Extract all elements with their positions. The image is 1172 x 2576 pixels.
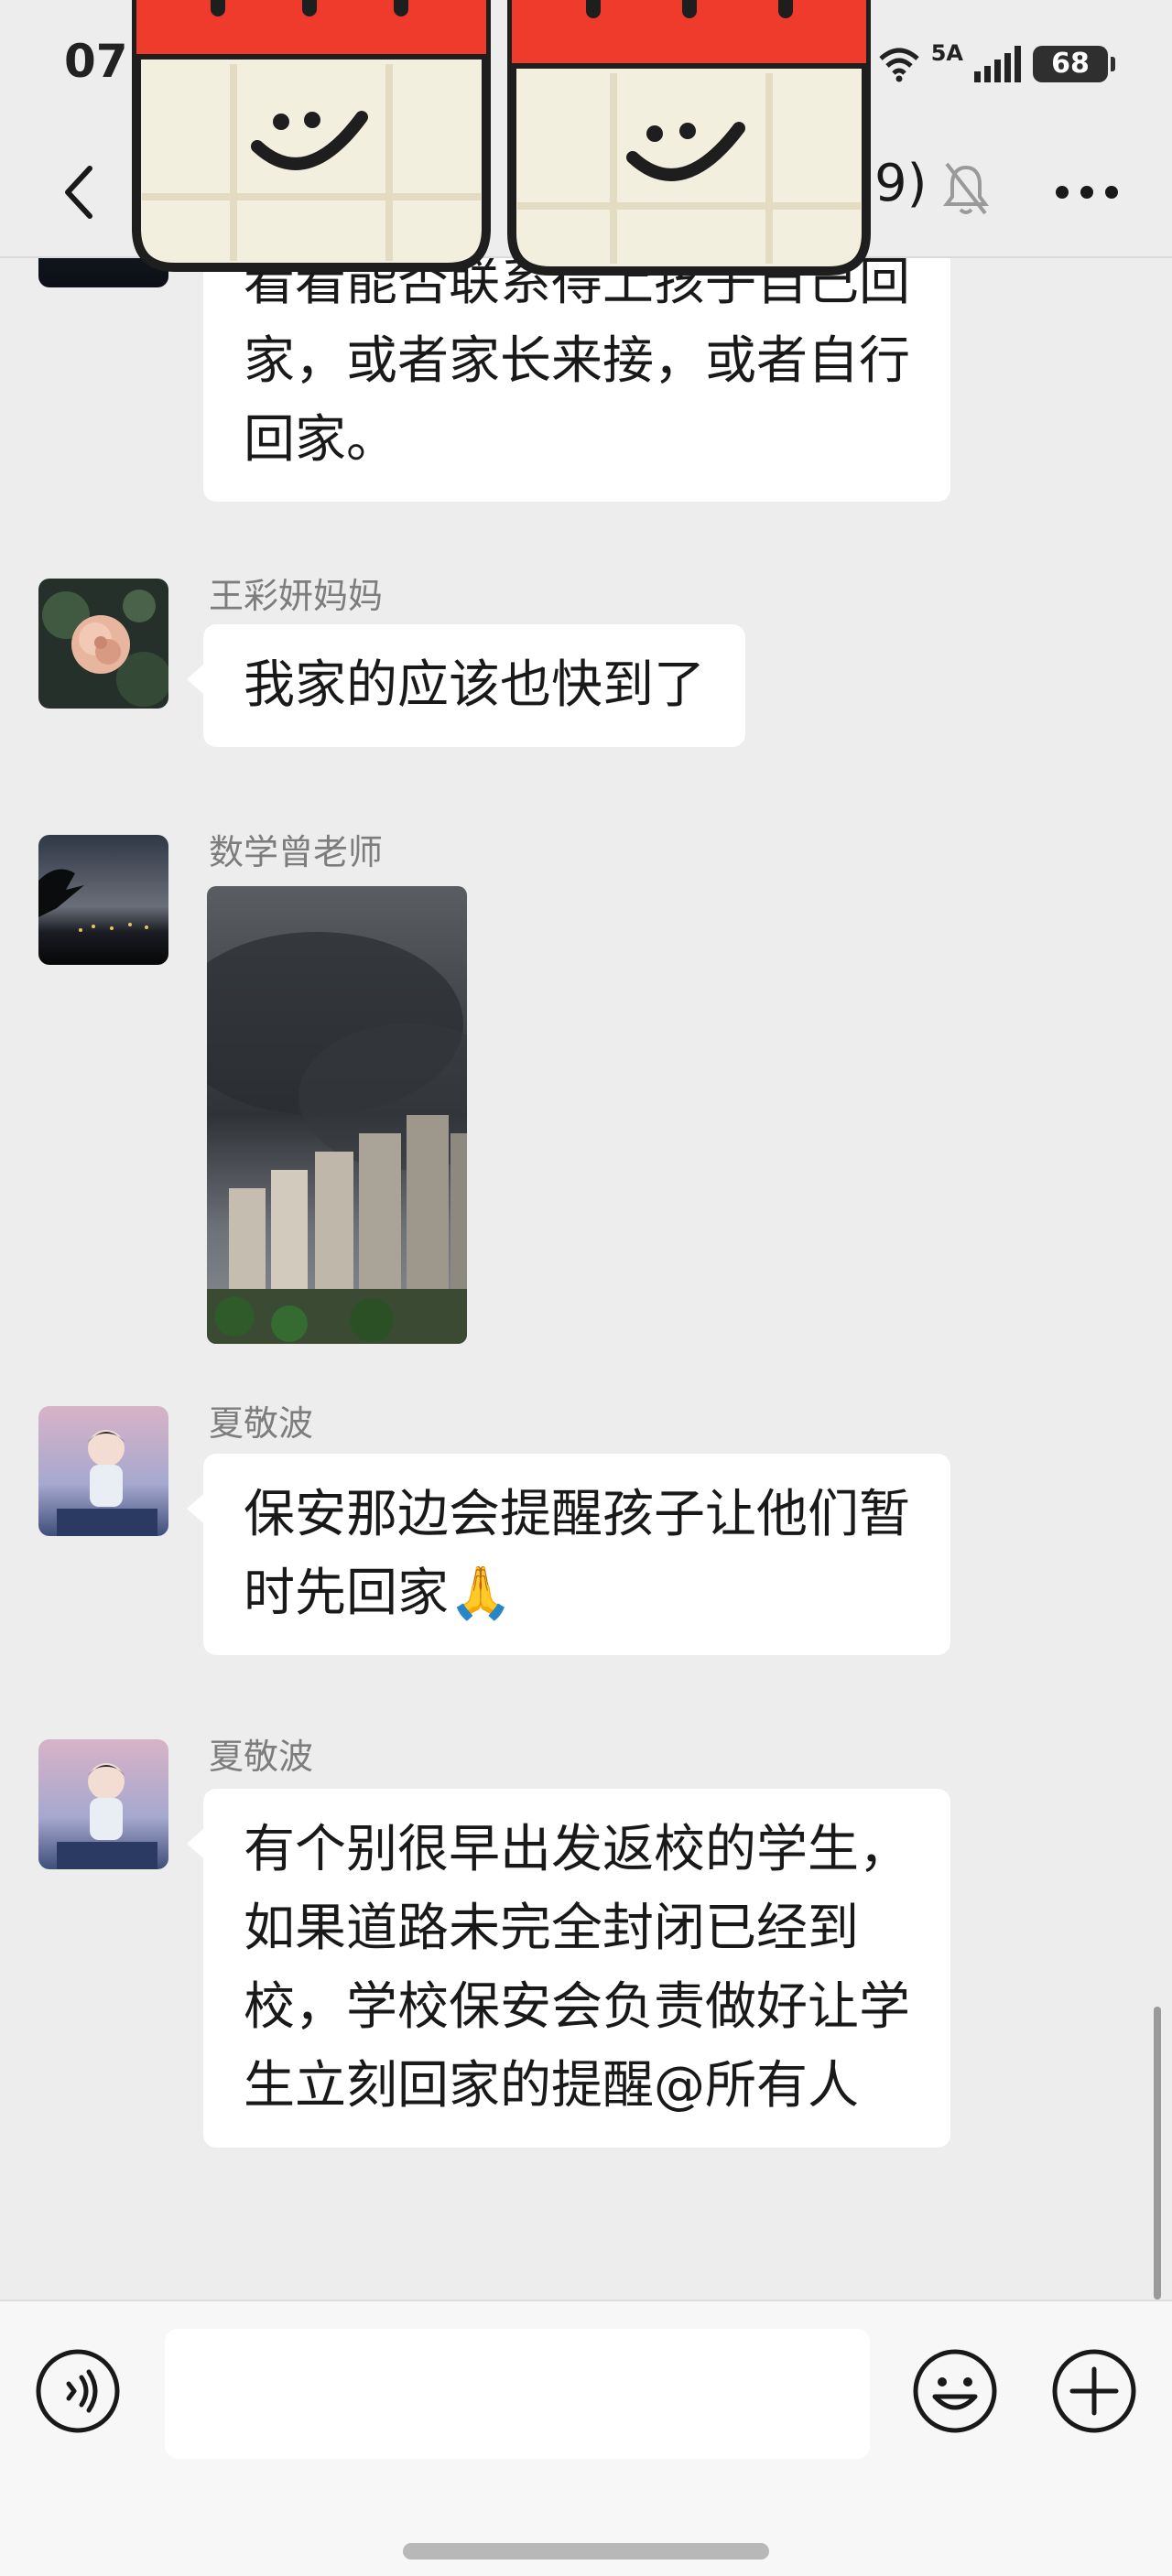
sender-name: 夏敬波 — [209, 1737, 314, 1777]
chat-title: 9) — [874, 154, 928, 213]
rose-avatar-icon — [38, 579, 168, 709]
emoji-icon[interactable] — [911, 2347, 999, 2435]
back-arrow-icon[interactable] — [46, 156, 119, 229]
chat-messages-area[interactable]: 看看能否联系得上孩子自己回家，或者家长来接，或者自行回家。 王彩妍妈妈 我家的应… — [0, 258, 1172, 2300]
message-text: 看看能否联系得上孩子自己回家，或者家长来接，或者自行回家。 — [244, 258, 910, 470]
avatar[interactable] — [38, 835, 168, 965]
message-bubble[interactable]: 我家的应该也快到了 — [187, 624, 745, 747]
status-time: 07 — [64, 35, 128, 88]
signal-icon — [974, 46, 1021, 82]
mute-bell-icon — [943, 162, 989, 215]
anime-boy-avatar-icon — [38, 1739, 168, 1869]
home-indicator[interactable] — [403, 2543, 769, 2560]
night-city-avatar-icon — [38, 835, 168, 965]
calendar-smile-sticker — [132, 0, 491, 272]
smoke-over-buildings-photo — [207, 886, 467, 1344]
input-bar — [0, 2300, 1172, 2576]
message-text: 我家的应该也快到了 — [244, 655, 705, 715]
voice-icon[interactable] — [34, 2347, 122, 2435]
sender-name: 数学曾老师 — [209, 832, 384, 872]
message-bubble[interactable]: 有个别很早出发返校的学生，如果道路未完全封闭已经到校，学校保安会负责做好让学生立… — [187, 1789, 950, 2148]
avatar[interactable] — [38, 1406, 168, 1536]
more-dots-icon[interactable] — [1046, 165, 1128, 220]
plus-circle-icon[interactable] — [1050, 2347, 1138, 2435]
sender-name: 王彩妍妈妈 — [209, 576, 384, 616]
shared-photo[interactable] — [207, 886, 467, 1344]
sender-name: 夏敬波 — [209, 1403, 314, 1444]
message-text: 有个别很早出发返校的学生，如果道路未完全封闭已经到校，学校保安会负责做好让学生立… — [244, 1820, 910, 2116]
message-bubble[interactable]: 保安那边会提醒孩子让他们暂时先回家🙏 — [187, 1454, 950, 1655]
avatar[interactable] — [38, 579, 168, 709]
message-text: 保安那边会提醒孩子让他们暂时先回家🙏 — [244, 1485, 910, 1623]
calendar-smile-sticker — [507, 0, 871, 276]
wifi-icon — [879, 48, 919, 82]
avatar[interactable] — [38, 1739, 168, 1869]
message-input[interactable] — [165, 2329, 870, 2459]
scrollbar[interactable] — [1154, 2007, 1161, 2300]
network-type-label: 5A — [930, 40, 963, 66]
status-indicators: 5A 68 — [878, 38, 1115, 90]
battery-indicator: 68 — [1033, 46, 1115, 82]
anime-boy-avatar-icon — [38, 1406, 168, 1536]
message-bubble[interactable]: 看看能否联系得上孩子自己回家，或者家长来接，或者自行回家。 — [203, 258, 950, 502]
